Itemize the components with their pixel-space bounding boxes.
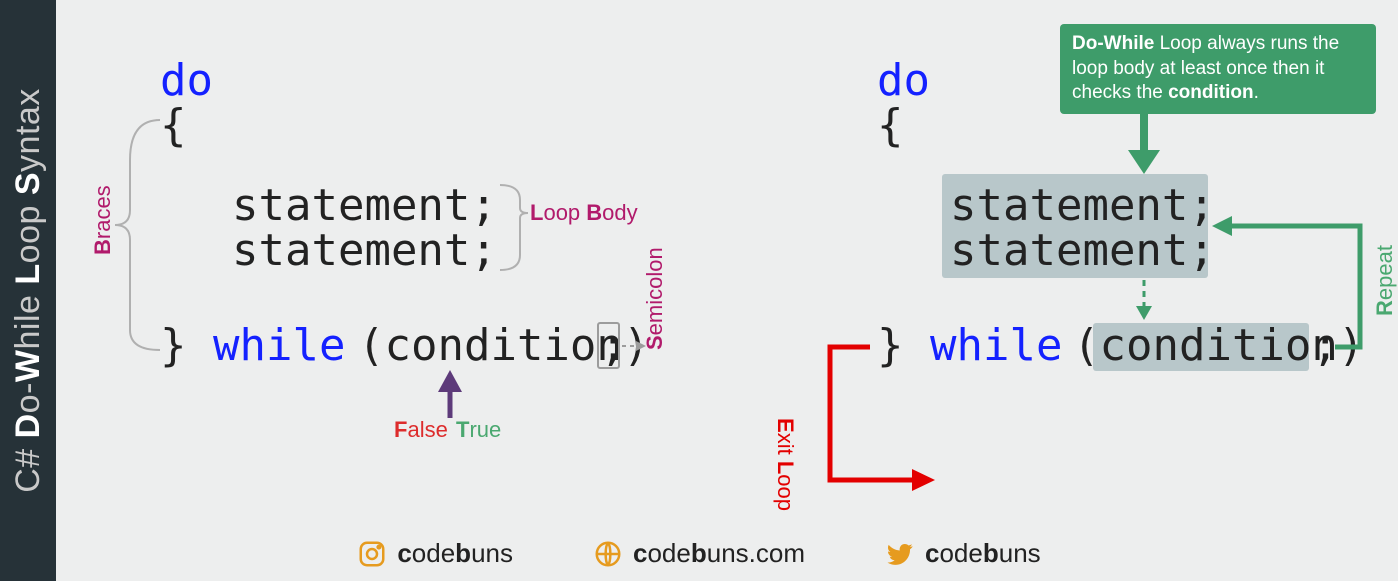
sidebar-prefix: C# <box>9 438 47 492</box>
left-open-brace: { <box>160 100 187 151</box>
sidebar: C# Do-While Loop Syntax <box>0 0 56 581</box>
right-close-brace: } <box>877 320 904 371</box>
true-r: rue <box>469 417 501 442</box>
sidebar-w2b: hile <box>9 285 47 350</box>
callout-dot: . <box>1254 82 1259 103</box>
left-while-keyword: while <box>213 320 345 371</box>
semicolon-label: Semicolon <box>642 247 668 350</box>
sidebar-w3a: L <box>9 263 47 284</box>
rep-rr: epeat <box>1372 245 1397 300</box>
footer-ig-text: codebuns <box>397 538 513 569</box>
globe-icon <box>593 539 623 569</box>
right-statement-2: statement; <box>950 225 1215 276</box>
sidebar-title: C# Do-While Loop Syntax <box>9 88 48 493</box>
false-r: alse <box>407 417 447 442</box>
repeat-label: Repeat <box>1372 245 1398 316</box>
right-statement-1: statement; <box>950 180 1215 231</box>
ex-e: E <box>773 418 798 433</box>
footer-instagram: codebuns <box>357 538 513 569</box>
semicolon-box <box>597 322 620 369</box>
footer-twitter: codebuns <box>885 538 1041 569</box>
sidebar-w1b: o- <box>9 382 47 413</box>
ex-lr: oop <box>773 474 798 511</box>
rep-r: R <box>1372 300 1397 316</box>
loop-body-label: Loop Body <box>530 200 638 226</box>
exit-loop-label: Exit Loop <box>772 418 798 511</box>
ex-l: L <box>773 461 798 474</box>
left-close-brace: } <box>160 320 187 371</box>
footer-tw-text: codebuns <box>925 538 1041 569</box>
callout-bold2: condition <box>1168 82 1253 103</box>
twitter-icon <box>885 539 915 569</box>
semi-s: S <box>642 335 667 350</box>
false-label: False <box>394 417 448 443</box>
left-statement-1: statement; <box>232 180 497 231</box>
instagram-icon <box>357 539 387 569</box>
braces-r: races <box>90 185 115 239</box>
right-do-keyword: do <box>877 55 930 106</box>
sidebar-w3b: oop <box>9 195 47 263</box>
footer: codebuns codebuns.com codebuns <box>0 538 1398 569</box>
lb-l: L <box>530 200 543 225</box>
sidebar-w1a: D <box>9 413 47 438</box>
callout-bold1: Do-While <box>1072 33 1154 54</box>
sidebar-w2a: W <box>9 349 47 382</box>
sidebar-w4b: yntax <box>9 88 47 172</box>
lb-b: B <box>586 200 602 225</box>
braces-label: Braces <box>90 185 116 255</box>
true-t: T <box>456 417 469 442</box>
lb-br: ody <box>602 200 637 225</box>
lb-lr: oop <box>543 200 586 225</box>
right-semicolon: ; <box>1312 320 1339 371</box>
callout-box: Do-While Loop always runs the loop body … <box>1060 24 1376 114</box>
ex-er: xit <box>773 433 798 461</box>
sidebar-w4a: S <box>9 172 47 195</box>
right-open-brace: { <box>877 100 904 151</box>
right-while-keyword: while <box>930 320 1062 371</box>
semi-r: emicolon <box>642 247 667 335</box>
false-f: F <box>394 417 407 442</box>
footer-web-text: codebuns.com <box>633 538 805 569</box>
footer-website: codebuns.com <box>593 538 805 569</box>
true-label: True <box>456 417 501 443</box>
left-statement-2: statement; <box>232 225 497 276</box>
left-do-keyword: do <box>160 55 213 106</box>
braces-b: B <box>90 239 115 255</box>
